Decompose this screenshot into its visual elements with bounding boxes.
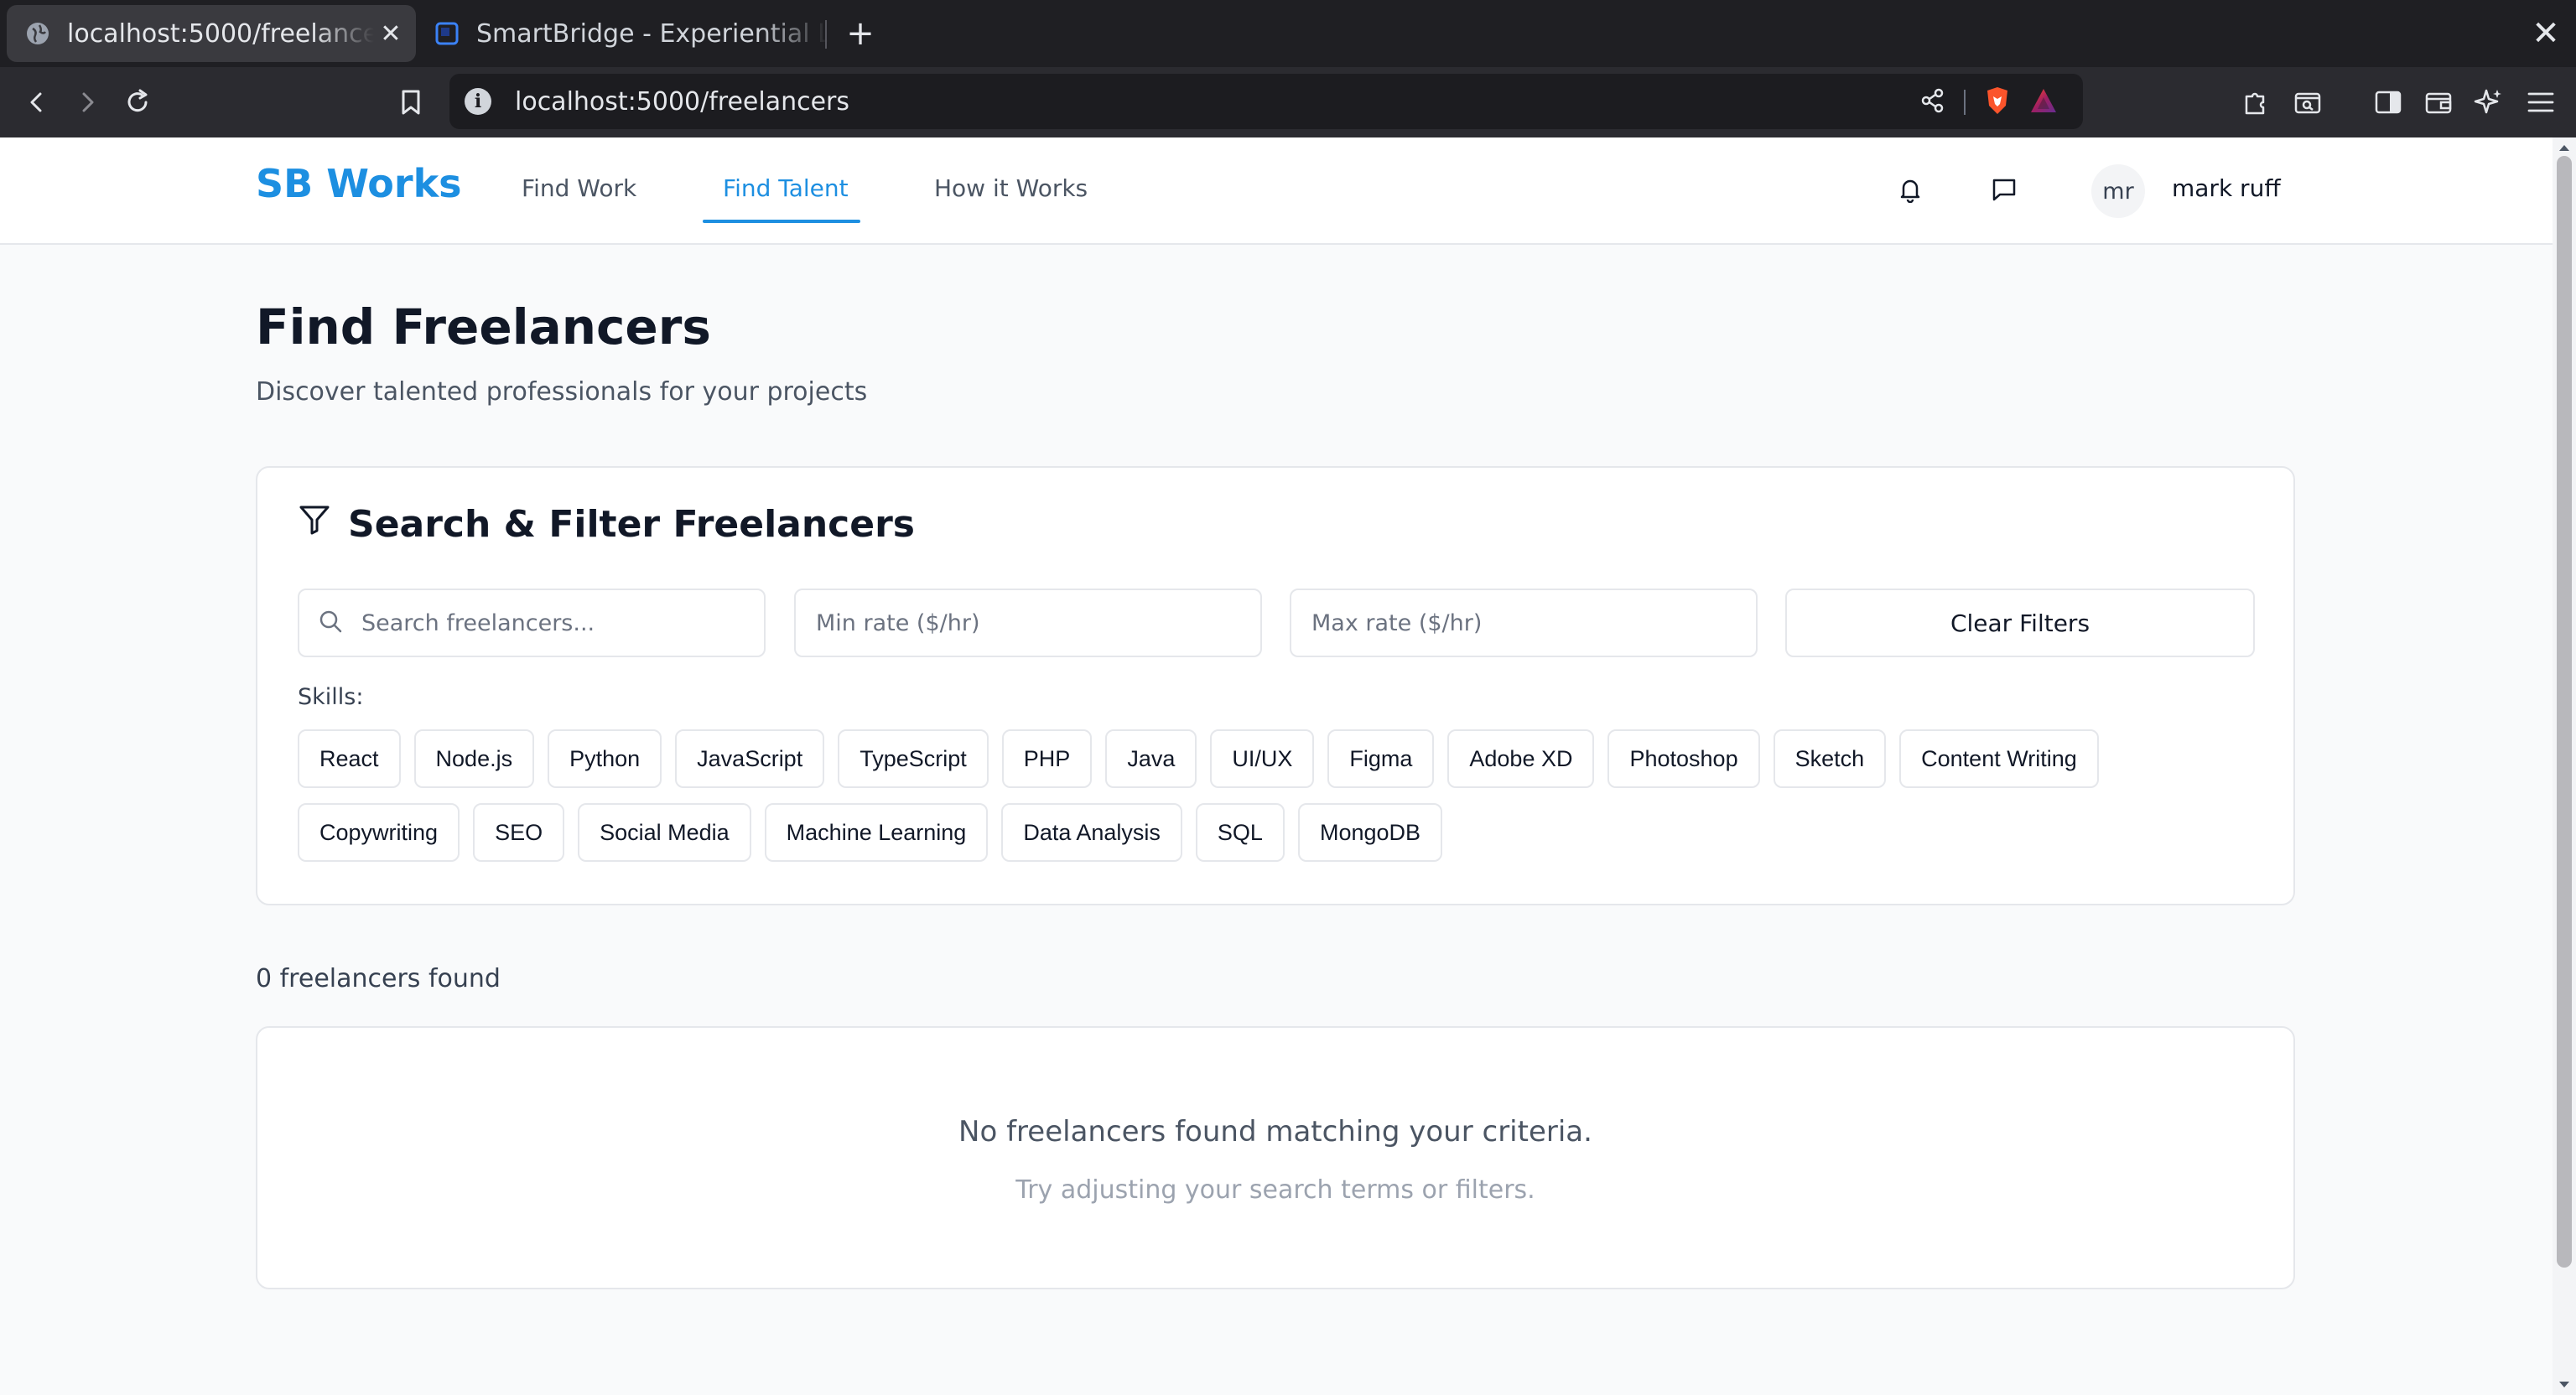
skill-chip[interactable]: Figma bbox=[1327, 729, 1435, 788]
nav-active-indicator bbox=[703, 220, 860, 223]
skill-chip[interactable]: Data Analysis bbox=[1001, 803, 1182, 862]
browser-toolbar: i localhost:5000/freelancers bbox=[0, 67, 2576, 137]
wallet-icon[interactable] bbox=[2418, 82, 2459, 122]
skill-chip[interactable]: Machine Learning bbox=[764, 803, 989, 862]
filter-icon bbox=[298, 503, 331, 546]
bell-icon[interactable] bbox=[1890, 169, 1930, 210]
window-close-button[interactable]: ✕ bbox=[2526, 13, 2566, 54]
results-count: 0 freelancers found bbox=[256, 964, 501, 993]
empty-results-title: No freelancers found matching your crite… bbox=[958, 1115, 1592, 1149]
max-rate-field bbox=[1290, 589, 1758, 657]
skill-chip[interactable]: React bbox=[298, 729, 401, 788]
globe-icon bbox=[25, 21, 50, 46]
skill-chip[interactable]: SQL bbox=[1195, 803, 1285, 862]
max-rate-input[interactable] bbox=[1291, 590, 1756, 656]
skill-chip[interactable]: PHP bbox=[1001, 729, 1093, 788]
share-icon[interactable] bbox=[1920, 88, 1945, 117]
skills-list: React Node.js Python JavaScript TypeScript PH… bbox=[298, 729, 2260, 862]
bookmark-icon[interactable] bbox=[391, 82, 431, 122]
scrollbar-thumb[interactable] bbox=[2557, 156, 2572, 1268]
back-button[interactable] bbox=[17, 82, 57, 122]
address-bar[interactable]: i localhost:5000/freelancers bbox=[449, 74, 2083, 129]
url-divider bbox=[1964, 90, 1966, 115]
filter-card: Search & Filter Freelancers Clear Filter… bbox=[256, 466, 2295, 905]
site-info-icon[interactable]: i bbox=[465, 88, 491, 115]
empty-results-card: No freelancers found matching your crite… bbox=[256, 1026, 2295, 1289]
skill-chip[interactable]: Adobe XD bbox=[1447, 729, 1595, 788]
extensions-icon[interactable] bbox=[2236, 82, 2276, 122]
avatar[interactable]: mr bbox=[2091, 164, 2145, 218]
smartbridge-icon bbox=[434, 21, 460, 46]
tab-title: localhost:5000/freelancers bbox=[67, 18, 374, 49]
skill-chip[interactable]: Java bbox=[1105, 729, 1197, 788]
skill-chip[interactable]: Sketch bbox=[1773, 729, 1887, 788]
search-field bbox=[298, 589, 766, 657]
browser-tab[interactable]: SmartBridge - Experiential Learning bbox=[426, 5, 828, 62]
menu-icon[interactable] bbox=[2521, 82, 2561, 122]
skill-chip[interactable]: TypeScript bbox=[838, 729, 989, 788]
sidebar-toggle-icon[interactable] bbox=[2368, 82, 2408, 122]
brave-shields-icon[interactable] bbox=[1984, 86, 2011, 119]
skill-chip[interactable]: Python bbox=[548, 729, 662, 788]
min-rate-field bbox=[794, 589, 1262, 657]
page-subtitle: Discover talented professionals for your… bbox=[256, 377, 868, 407]
tab-divider bbox=[825, 20, 827, 49]
url-text[interactable]: localhost:5000/freelancers bbox=[515, 87, 849, 117]
filter-card-title: Search & Filter Freelancers bbox=[298, 503, 915, 546]
scroll-down-arrow[interactable] bbox=[2556, 1378, 2573, 1392]
scroll-up-arrow[interactable] bbox=[2556, 141, 2573, 154]
new-tab-button[interactable]: + bbox=[842, 14, 879, 53]
skill-chip[interactable]: UI/UX bbox=[1210, 729, 1315, 788]
user-name[interactable]: mark ruff bbox=[2172, 174, 2281, 202]
nav-how-it-works[interactable]: How it Works bbox=[934, 174, 1088, 202]
min-rate-input[interactable] bbox=[796, 590, 1260, 656]
skills-label: Skills: bbox=[298, 684, 364, 710]
tab-close-icon[interactable]: ✕ bbox=[374, 17, 408, 50]
skill-chip[interactable]: SEO bbox=[473, 803, 565, 862]
site-logo[interactable]: SB Works bbox=[256, 161, 462, 206]
skill-chip[interactable]: Node.js bbox=[413, 729, 535, 788]
forward-button[interactable] bbox=[67, 82, 107, 122]
browser-tab-bar: localhost:5000/freelancers ✕ SmartBridge… bbox=[0, 0, 2576, 67]
empty-results-subtitle: Try adjusting your search terms or filte… bbox=[1015, 1175, 1535, 1205]
skill-chip[interactable]: Content Writing bbox=[1899, 729, 2099, 788]
leo-ai-icon[interactable] bbox=[2469, 82, 2509, 122]
nav-find-work[interactable]: Find Work bbox=[522, 174, 636, 202]
skill-chip[interactable]: JavaScript bbox=[675, 729, 825, 788]
reading-list-icon[interactable] bbox=[2288, 82, 2328, 122]
browser-tab-active[interactable]: localhost:5000/freelancers ✕ bbox=[7, 5, 416, 62]
search-icon bbox=[318, 609, 343, 637]
reload-button[interactable] bbox=[117, 82, 158, 122]
skill-chip[interactable]: Social Media bbox=[578, 803, 751, 862]
tab-title: SmartBridge - Experiential Learning bbox=[476, 18, 828, 49]
clear-filters-button[interactable]: Clear Filters bbox=[1785, 589, 2255, 657]
skill-chip[interactable]: MongoDB bbox=[1297, 803, 1443, 862]
skill-chip[interactable]: Copywriting bbox=[298, 803, 460, 862]
brave-rewards-icon[interactable] bbox=[2029, 87, 2058, 117]
nav-find-talent[interactable]: Find Talent bbox=[723, 174, 849, 202]
search-input[interactable] bbox=[343, 590, 764, 656]
messages-icon[interactable] bbox=[1984, 169, 2024, 210]
filter-title-text: Search & Filter Freelancers bbox=[348, 503, 915, 546]
skill-chip[interactable]: Photoshop bbox=[1607, 729, 1760, 788]
app-header: SB Works Find Work Find Talent How it Wo… bbox=[0, 137, 2553, 245]
page-title: Find Freelancers bbox=[256, 298, 711, 355]
